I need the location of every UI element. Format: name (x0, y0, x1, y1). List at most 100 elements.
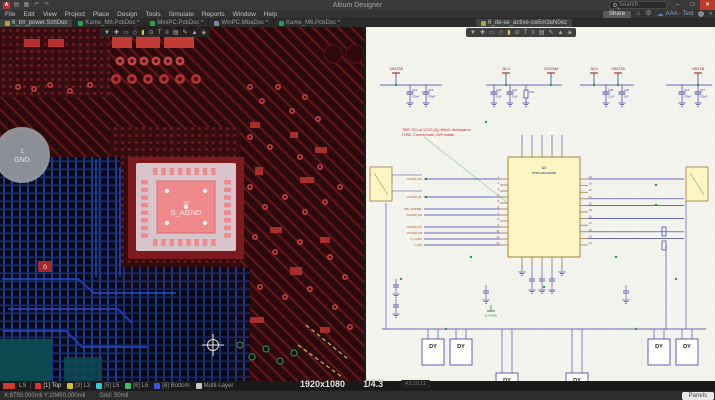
pad-icon[interactable]: ▮ (141, 29, 144, 37)
minimize-button[interactable]: – (670, 0, 685, 10)
status-bar: X:8750.000mil Y:10450.000mil Grid: 50mil… (0, 390, 715, 400)
move-icon[interactable]: ◇ (499, 29, 504, 37)
tab-document-4[interactable]: Kame_M6.PcbDoc * (274, 19, 346, 27)
layers-icon[interactable]: ≡ (165, 29, 169, 37)
pcbdoc-icon (78, 21, 83, 26)
layer-sets-dropdown[interactable]: LS (19, 383, 26, 389)
schematic-canvas[interactable]: VIN728SL3VCC5MSL5VIN728VBT28C22100uFC234… (366, 27, 715, 381)
svg-text:R33: R33 (529, 90, 535, 94)
schematic-ic[interactable]: U2 TPS51220ARSNR (508, 157, 580, 257)
cross-probe-icon[interactable]: ✚ (114, 29, 119, 37)
pcb-highlighted-footprint[interactable]: 33 S_AGND (136, 163, 236, 251)
close-button[interactable]: ✕ (700, 0, 715, 10)
svg-text:U2: U2 (542, 166, 547, 170)
grid-icon[interactable]: ▤ (539, 29, 545, 37)
move-icon[interactable]: ◇ (133, 29, 138, 37)
via-icon[interactable]: ⊙ (515, 29, 520, 37)
filter-icon[interactable]: ▼ (104, 29, 110, 37)
svg-text:S_AGND: S_AGND (171, 208, 202, 217)
svg-text:C26: C26 (624, 88, 630, 92)
layer-color-swatch (35, 383, 41, 389)
tab-document-2[interactable]: MiniPC.PcbDoc * (145, 19, 209, 27)
grid-icon[interactable]: ▤ (173, 29, 179, 37)
svg-text:2.2uF: 2.2uF (608, 95, 615, 99)
layer-color-swatch (67, 383, 73, 389)
svg-text:1uF: 1uF (624, 95, 629, 99)
select-rect-icon[interactable]: ▭ (489, 29, 495, 37)
svg-text:VCC5M: VCC5M (544, 66, 558, 71)
menu-item-project[interactable]: Project (65, 11, 85, 18)
ratio-text: 1/4.3 (363, 379, 383, 389)
menu-item-reports[interactable]: Reports (202, 11, 225, 18)
select-rect-icon[interactable]: ▭ (123, 29, 129, 37)
pcb-canvas[interactable]: 1 GND 33 S_AGND 0 (0, 27, 364, 381)
menu-item-help[interactable]: Help (264, 11, 277, 18)
menubar: File Edit View Project Place Design Tools Simul… (0, 10, 715, 19)
menu-item-place[interactable]: Place (93, 11, 109, 18)
layer-bar: LS [1] Top [3] L3 [5] L5 [6] L6 [8] Bottom Mu… (0, 381, 715, 390)
svg-text:DY: DY (429, 344, 437, 350)
route-icon[interactable]: ▲ (192, 29, 198, 37)
svg-text:N_EN: N_EN (415, 243, 422, 247)
svg-text:GND: GND (14, 157, 30, 164)
menu-item-tools[interactable]: Tools (145, 11, 160, 18)
svg-text:TRIP: OCL at VCCS-(A)->60mV, d: TRIP: OCL at VCCS-(A)->60mV, discharge o… (402, 128, 471, 132)
svg-text:VIN728: VIN728 (611, 66, 625, 71)
menu-item-edit[interactable]: Edit (23, 11, 34, 18)
route-icon[interactable]: ▲ (558, 29, 564, 37)
pcb-editor-pane[interactable]: ▼ ✚ ▭ ◇▮ ⊙ T≡ ▤✎ ▲◈ (0, 27, 364, 381)
svg-text:SL5: SL5 (590, 66, 598, 71)
menu-item-view[interactable]: View (43, 11, 57, 18)
share-button[interactable]: Share (603, 11, 631, 18)
layer-tab-4[interactable]: [8] Bottom (154, 383, 189, 389)
svg-text:PW_SKIPSEL: PW_SKIPSEL (404, 207, 422, 211)
menu-item-file[interactable]: File (5, 11, 15, 18)
layers-icon[interactable]: ≡ (531, 29, 535, 37)
search-input[interactable]: Search (609, 1, 667, 9)
account-status[interactable]: ☁ AAA - Test (657, 10, 694, 18)
maximize-button[interactable]: □ (685, 0, 700, 10)
menu-item-window[interactable]: Window (233, 11, 256, 18)
menu-item-design[interactable]: Design (117, 11, 137, 18)
layer-tab-2[interactable]: [5] L5 (96, 383, 119, 389)
layer-tab-0[interactable]: [1] Top (35, 383, 61, 389)
svg-text:C15: C15 (684, 88, 690, 92)
pad-icon[interactable]: ▮ (507, 29, 510, 37)
edit-icon[interactable]: ✎ (548, 29, 553, 37)
layer-tab-3[interactable]: [6] L6 (125, 383, 148, 389)
svg-text:VCCGM_DL: VCCGM_DL (406, 195, 422, 199)
tab-right-pane-document[interactable]: 6_de-se_active-cw5m3eN0ez (476, 19, 573, 27)
mosfet-right[interactable] (686, 167, 708, 201)
home-icon[interactable]: ⌂ (636, 10, 640, 18)
tab-document-0[interactable]: 6_tm_power.SchDoc (0, 19, 73, 27)
gear-icon[interactable]: ⚙ (645, 10, 651, 18)
svg-text:SL3: SL3 (502, 66, 510, 71)
search-icon (613, 3, 617, 7)
pcb-teal-region (0, 339, 52, 381)
svg-text:100uF: 100uF (412, 95, 420, 99)
tab-document-3[interactable]: WinPC.MbaDoc * (209, 19, 274, 27)
text-icon[interactable]: T (158, 29, 162, 37)
layer-tab-1[interactable]: [3] L3 (67, 383, 90, 389)
svg-text:C27: C27 (700, 88, 706, 92)
measure-icon[interactable]: ◈ (567, 29, 572, 37)
layer-color-swatch (154, 383, 160, 389)
schematic-editor-pane[interactable]: ▼✚▭◇▮⊙T≡▤✎▲◈ VIN728SL3VCC5MSL5VIN728VBT2… (366, 27, 715, 381)
user-avatar[interactable] (698, 11, 704, 17)
menu-item-simulate[interactable]: Simulate (169, 11, 194, 18)
pcbdoc-icon (279, 21, 284, 26)
cross-probe-icon[interactable]: ✚ (480, 29, 485, 37)
filter-icon[interactable]: ▼ (470, 29, 476, 37)
text-icon[interactable]: T (524, 29, 528, 37)
edit-icon[interactable]: ✎ (182, 29, 187, 37)
via-icon[interactable]: ⊙ (149, 29, 154, 37)
tab-document-1[interactable]: Kame_M8.PcbDoc * (73, 19, 145, 27)
measure-icon[interactable]: ◈ (201, 29, 206, 37)
mosfet-left[interactable] (370, 167, 392, 201)
layer-color-swatch (96, 383, 102, 389)
layer-tab-5[interactable]: Multi-Layer (196, 383, 234, 389)
panels-button[interactable]: Panels (682, 392, 714, 400)
grid-indicator: Grid: 50mil (99, 393, 128, 399)
svg-text:FUNC: Current mode, OVP enable: FUNC: Current mode, OVP enable (402, 133, 454, 137)
svg-text:33: 33 (183, 201, 189, 207)
